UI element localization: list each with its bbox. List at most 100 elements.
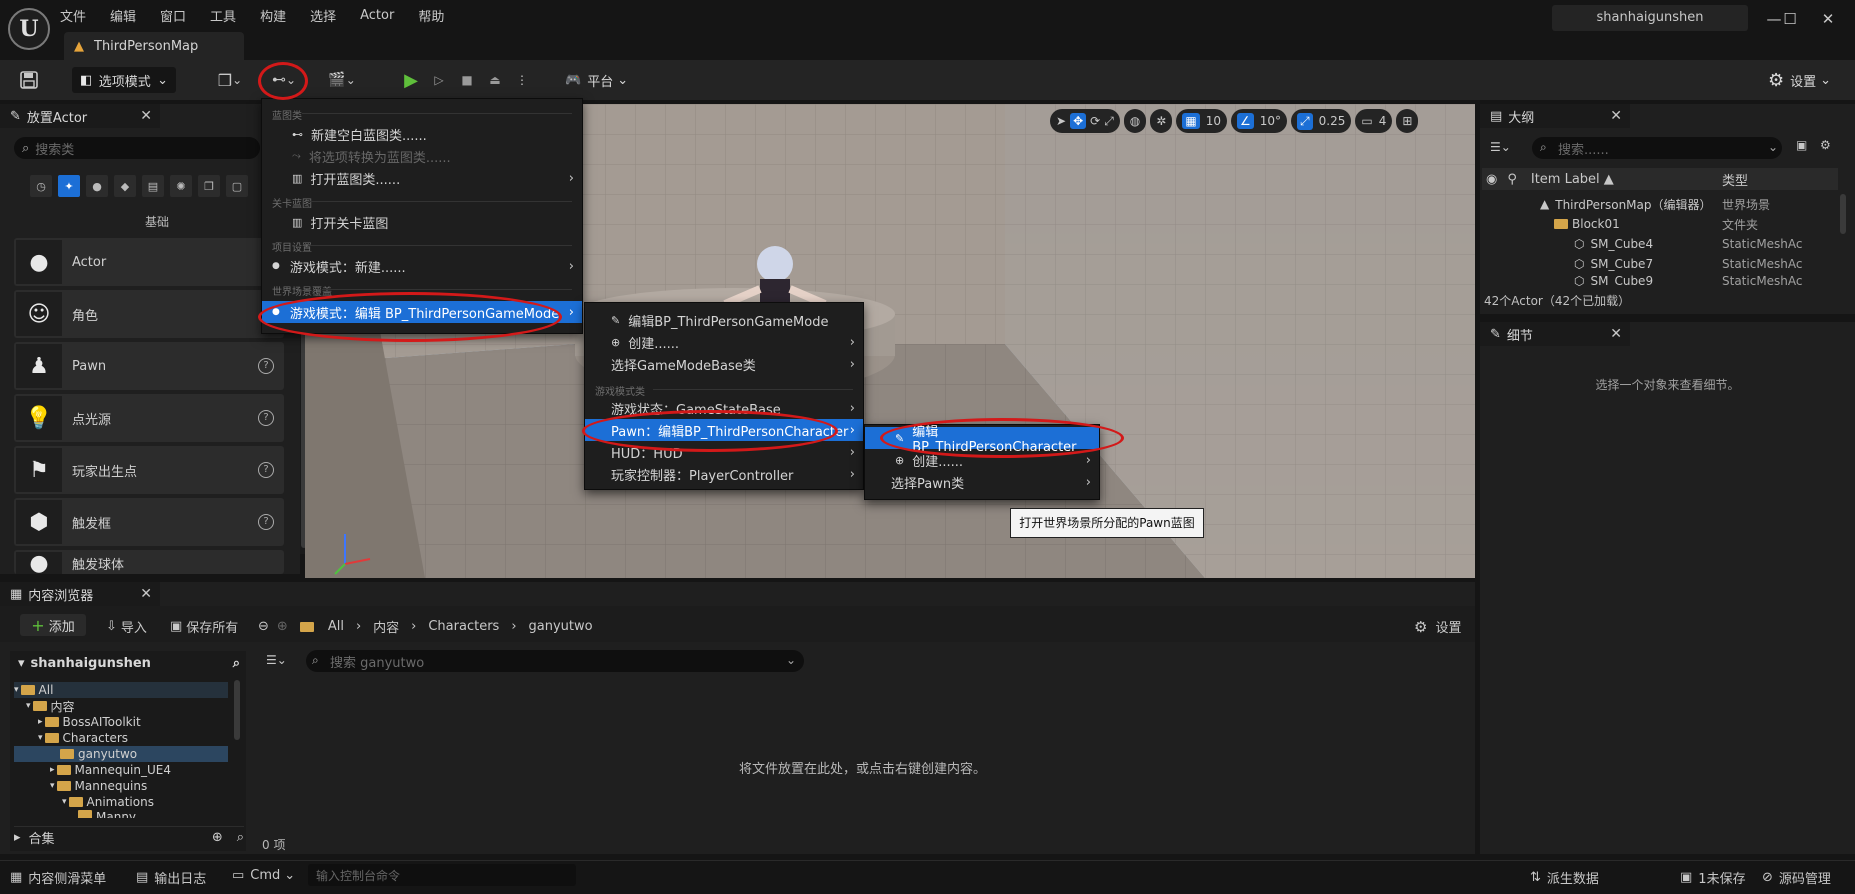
user-name[interactable]: shanhaigunshen <box>1552 5 1748 31</box>
basic-category-icon[interactable]: ✦ <box>58 175 80 197</box>
select-icon[interactable]: ➤ <box>1056 114 1066 128</box>
outliner-scrollbar[interactable] <box>1840 194 1846 234</box>
close-icon[interactable]: ✕ <box>1610 108 1622 124</box>
unreal-logo-icon[interactable]: U <box>8 8 50 50</box>
menu-build[interactable]: 构建 <box>260 6 286 25</box>
scale-icon[interactable]: ⤢ <box>1104 114 1114 129</box>
help-icon[interactable]: ? <box>258 410 274 426</box>
menu-edit[interactable]: 编辑 <box>110 6 136 25</box>
convert-to-blueprint-item[interactable]: ⤳ 将选项转换为蓝图类...... <box>262 145 582 167</box>
tree-item[interactable]: ▾ 内容 <box>14 698 228 714</box>
gear-icon[interactable]: ⚙ <box>1820 138 1831 152</box>
menu-window[interactable]: 窗口 <box>160 6 186 25</box>
move-icon[interactable]: ✥ <box>1070 113 1087 129</box>
settings-button[interactable]: ⚙ 设置 ⌄ <box>1768 66 1831 94</box>
camera-speed-control[interactable]: ▭ 4 <box>1355 109 1393 133</box>
chevron-down-icon[interactable]: ⌄ <box>1768 140 1778 154</box>
edit-game-mode-item[interactable]: ✎ 编辑BP_ThirdPersonGameMode <box>585 309 863 331</box>
outliner-row[interactable]: ⬡ SM_Cube7 StaticMeshAc <box>1482 254 1838 274</box>
platform-button[interactable]: 🎮 平台 ⌄ <box>565 67 628 93</box>
eject-icon[interactable]: ⏏ <box>484 68 506 92</box>
cb-settings-button[interactable]: ⚙ 设置 <box>1414 617 1461 637</box>
path-all[interactable]: All <box>328 619 344 634</box>
pawn-class-item[interactable]: Pawn：编辑BP_ThirdPersonCharacter › <box>585 419 863 441</box>
menu-actor[interactable]: Actor <box>360 8 394 23</box>
surface-snap-toggle[interactable]: ✲ <box>1150 109 1173 133</box>
actor-item[interactable]: ● Actor <box>14 238 284 286</box>
rotation-snap-control[interactable]: ∠ 10° <box>1230 109 1288 133</box>
game-state-item[interactable]: 游戏状态：GameStateBase › <box>585 397 863 419</box>
actor-search-input[interactable]: ⌕ 搜索类 <box>14 137 260 159</box>
outliner-row[interactable]: ▲ ThirdPersonMap（编辑器） 世界场景 <box>1482 194 1838 214</box>
chevron-down-icon[interactable]: ⌄ <box>786 653 796 667</box>
derived-data-button[interactable]: ⇅ 派生数据 <box>1530 868 1599 887</box>
visibility-icon[interactable]: ◉ <box>1486 172 1497 187</box>
new-blank-blueprint-item[interactable]: ⊷ 新建空白蓝图类...... <box>262 123 582 145</box>
shapes-category-icon[interactable]: ◆ <box>114 175 136 197</box>
tree-item[interactable]: ▾ Mannequins <box>14 778 228 794</box>
menu-file[interactable]: 文件 <box>60 6 86 25</box>
tree-scrollbar[interactable] <box>234 680 240 740</box>
game-mode-edit-item[interactable]: ● 游戏模式：编辑 BP_ThirdPersonGameMode › <box>262 301 582 323</box>
add-collection-icon[interactable]: ⊕ <box>212 830 223 845</box>
import-button[interactable]: ⇩ 导入 <box>106 617 147 636</box>
viewport-layout-button[interactable]: ⊞ <box>1396 109 1419 133</box>
select-game-mode-base-item[interactable]: 选择GameModeBase类 › <box>585 353 863 375</box>
volumes-category-icon[interactable]: ❐ <box>198 175 220 197</box>
lights-category-icon[interactable]: ● <box>86 175 108 197</box>
source-control-button[interactable]: ⊘ 源码管理 <box>1762 868 1831 887</box>
open-blueprint-item[interactable]: ▥ 打开蓝图类...... › <box>262 167 582 189</box>
path-characters[interactable]: Characters <box>428 619 499 634</box>
game-mode-new-item[interactable]: ● 游戏模式：新建...... › <box>262 255 582 277</box>
maximize-button[interactable]: ☐ <box>1776 8 1804 30</box>
step-icon[interactable]: ▷ <box>428 68 450 92</box>
outliner-row[interactable]: ⬡ SM_Cube9 StaticMeshAc <box>1482 274 1838 286</box>
column-item-label[interactable]: Item Label ▲ <box>1531 172 1614 187</box>
save-icon[interactable] <box>18 68 40 92</box>
menu-tools[interactable]: 工具 <box>210 6 236 25</box>
content-drawer-button[interactable]: ▦ 内容侧滑菜单 <box>10 868 106 887</box>
save-all-button[interactable]: ▣ 保存所有 <box>170 617 238 636</box>
world-space-toggle[interactable]: ◍ <box>1123 109 1147 133</box>
grid-snap-control[interactable]: ▦ 10 <box>1176 109 1227 133</box>
visual-effects-icon[interactable]: ✺ <box>170 175 192 197</box>
rotate-icon[interactable]: ⟳ <box>1090 114 1100 128</box>
forward-icon[interactable]: ⊕ <box>277 619 288 634</box>
tree-item[interactable]: ▾ Characters <box>14 730 228 746</box>
help-icon[interactable]: ? <box>258 514 274 530</box>
cmd-button[interactable]: ▭ Cmd ⌄ <box>232 868 295 883</box>
console-command-input[interactable]: 输入控制台命令 <box>308 864 576 886</box>
scale-snap-control[interactable]: ⤢ 0.25 <box>1291 109 1352 133</box>
create-game-mode-item[interactable]: ⊕ 创建...... › <box>585 331 863 353</box>
outliner-row[interactable]: ⬡ SM_Cube4 StaticMeshAc <box>1482 234 1838 254</box>
add-content-button[interactable]: ❒ ⌄ <box>210 68 250 92</box>
tree-item[interactable]: ▸ Mannequin_UE4 <box>14 762 228 778</box>
play-icon[interactable]: ▶ <box>400 68 422 92</box>
create-pawn-item[interactable]: ⊕ 创建...... › <box>865 449 1099 471</box>
path-ganyutwo[interactable]: ganyutwo <box>529 619 593 634</box>
tree-item[interactable]: ▾ Animations <box>14 794 228 810</box>
stop-icon[interactable]: ■ <box>456 68 478 92</box>
add-button[interactable]: + 添加 <box>20 614 86 636</box>
output-log-button[interactable]: ▤ 输出日志 <box>136 868 206 887</box>
filter-icon[interactable]: ☰⌄ <box>266 653 287 667</box>
unsaved-button[interactable]: ▣ 1未保存 <box>1680 868 1746 887</box>
collections-header[interactable]: ▸ 合集 ⊕ ⌕ <box>14 826 244 848</box>
all-classes-icon[interactable]: ▢ <box>226 175 248 197</box>
pawn-item[interactable]: ♟ Pawn ? <box>14 342 284 390</box>
close-button[interactable]: ✕ <box>1814 8 1842 30</box>
outliner-row[interactable]: Block01 文件夹 <box>1482 214 1838 234</box>
tree-item[interactable]: ganyutwo <box>14 746 228 762</box>
tree-root-header[interactable]: ▾ shanhaigunshen ⌕ <box>18 656 240 671</box>
help-icon[interactable]: ? <box>258 462 274 478</box>
trigger-box-item[interactable]: ⬢ 触发框 ? <box>14 498 284 546</box>
select-pawn-class-item[interactable]: 选择Pawn类 › <box>865 471 1099 493</box>
filter-icon[interactable]: ☰⌄ <box>1490 140 1511 154</box>
more-options-icon[interactable]: ⋮ <box>514 68 530 92</box>
column-type[interactable]: 类型 <box>1722 170 1748 189</box>
menu-help[interactable]: 帮助 <box>418 6 444 25</box>
tree-item[interactable]: ▸ BossAIToolkit <box>14 714 228 730</box>
blueprint-button[interactable]: ⊷ ⌄ <box>264 68 304 92</box>
open-level-blueprint-item[interactable]: ▥ 打开关卡蓝图 <box>262 211 582 233</box>
add-folder-icon[interactable]: ▣ <box>1796 138 1807 152</box>
